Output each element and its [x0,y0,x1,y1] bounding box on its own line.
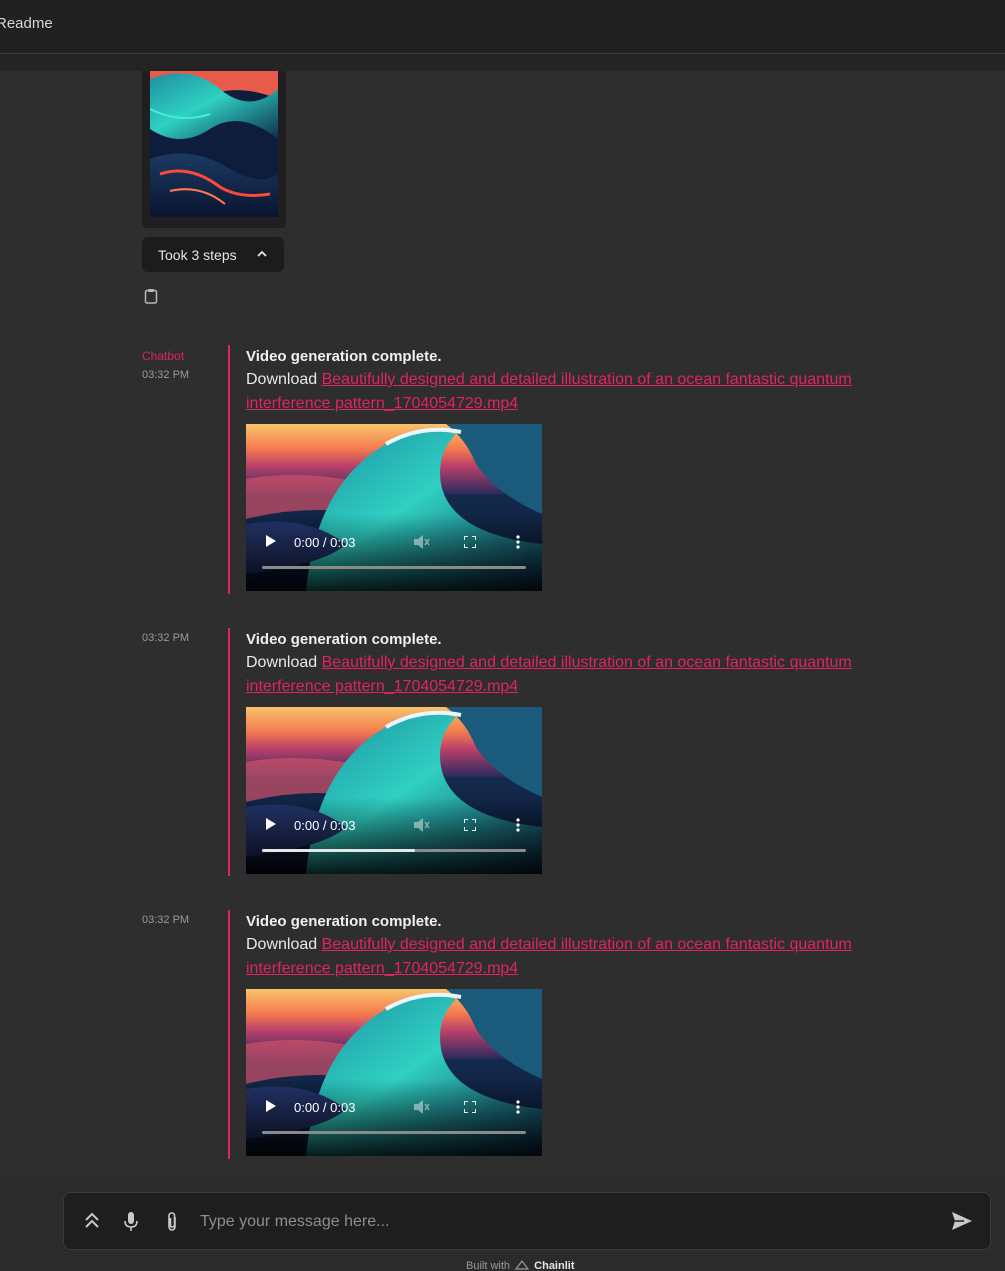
message-title: Video generation complete. [246,913,442,930]
readme-link[interactable]: Readme [0,15,53,32]
chainlit-brand[interactable]: Chainlit [534,1260,574,1271]
play-icon[interactable] [266,535,276,547]
double-chevron-up-icon[interactable] [84,1212,100,1230]
mute-icon[interactable] [414,535,430,549]
video-progress[interactable] [262,1131,526,1134]
composer-area: Built with Chainlit [0,1176,1005,1271]
message-accent-bar [228,345,230,594]
send-icon[interactable] [952,1212,972,1230]
play-icon[interactable] [266,1100,276,1112]
fullscreen-icon[interactable] [464,1101,476,1113]
video-time: 0:00 / 0:03 [294,818,356,833]
controls-shade [246,1079,542,1156]
more-vertical-icon[interactable] [516,535,520,549]
message-accent-bar [228,628,230,876]
fullscreen-icon[interactable] [464,536,476,548]
controls-shade [246,797,542,874]
chevron-up-icon [257,250,267,257]
built-with-label: Built with [466,1260,511,1271]
download-prefix: Download [246,936,318,953]
video-player[interactable]: 0:00 / 0:03 [246,989,542,1156]
video-time: 0:00 / 0:03 [294,535,356,550]
steps-label: Took 3 steps [158,246,237,263]
video-player[interactable]: 0:00 / 0:03 [246,424,542,591]
download-prefix: Download [246,654,318,671]
video-time: 0:00 / 0:03 [294,1100,356,1115]
more-vertical-icon[interactable] [516,1100,520,1114]
steps-toggle-button[interactable]: Took 3 steps [142,237,284,272]
generated-image[interactable] [150,71,278,217]
video-progress-fill [262,849,416,852]
message-composer [63,1192,991,1250]
message-time: 03:32 PM [142,914,190,926]
message-time: 03:32 PM [142,369,190,381]
fullscreen-icon[interactable] [464,819,476,831]
message-title: Video generation complete. [246,348,442,365]
chainlit-logo-icon [514,1260,530,1270]
download-line: Download Beautifully designed and detail… [246,368,926,416]
controls-shade [246,514,542,591]
message-input[interactable] [200,1205,900,1239]
microphone-icon[interactable] [124,1212,138,1232]
mute-icon[interactable] [414,818,430,832]
video-player[interactable]: 0:00 / 0:03 [246,707,542,874]
mute-icon[interactable] [414,1100,430,1114]
download-prefix: Download [246,371,318,388]
paperclip-icon[interactable] [164,1212,180,1232]
message-accent-bar [228,910,230,1159]
video-progress[interactable] [262,566,526,569]
download-file-link[interactable]: Beautifully designed and detailed illust… [246,371,852,412]
download-file-link[interactable]: Beautifully designed and detailed illust… [246,936,852,977]
video-progress[interactable] [262,849,526,852]
built-with-footer: Built with Chainlit [466,1260,575,1271]
chat-thread[interactable]: Took 3 steps Chatbot 03:32 PM Video gene… [0,71,1005,1176]
sub-bar [0,54,1005,71]
play-icon[interactable] [266,818,276,830]
download-line: Download Beautifully designed and detail… [246,933,926,981]
more-vertical-icon[interactable] [516,818,520,832]
download-file-link[interactable]: Beautifully designed and detailed illust… [246,654,852,695]
message-title: Video generation complete. [246,631,442,648]
message-author: Chatbot [142,349,185,363]
clipboard-icon[interactable] [144,288,158,304]
top-bar: Readme [0,0,1005,54]
download-line: Download Beautifully designed and detail… [246,651,926,699]
message-time: 03:32 PM [142,632,190,644]
previous-image-card [142,71,286,228]
